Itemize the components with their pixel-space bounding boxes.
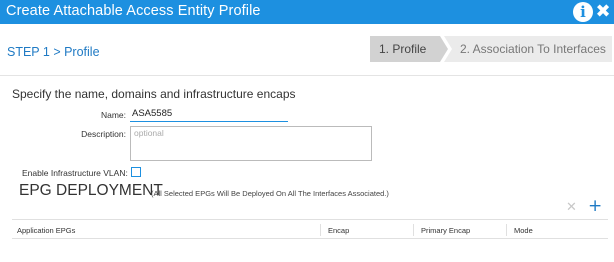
step-header: STEP 1 > Profile 2. Association To Inter… [0, 24, 614, 76]
step-label: STEP 1 > Profile [7, 45, 100, 59]
dialog-title: Create Attachable Access Entity Profile [6, 3, 261, 19]
column-divider [506, 224, 507, 236]
infra-vlan-label: Enable Infrastructure VLAN: [22, 168, 128, 178]
infra-vlan-checkbox[interactable] [131, 167, 141, 177]
wizard-step-profile[interactable]: 1. Profile [370, 36, 448, 62]
column-application-epgs[interactable]: Application EPGs [17, 226, 75, 235]
delete-icon[interactable]: ✕ [566, 200, 577, 215]
epg-heading: EPG DEPLOYMENT [19, 182, 163, 199]
plus-icon[interactable]: + [588, 198, 602, 215]
form-intro: Specify the name, domains and infrastruc… [12, 87, 296, 101]
column-primary-encap[interactable]: Primary Encap [421, 226, 470, 235]
close-icon[interactable]: ✖ [594, 2, 612, 22]
column-divider [413, 224, 414, 236]
dialog-titlebar: Create Attachable Access Entity Profile … [0, 0, 614, 24]
name-label: Name: [100, 110, 126, 120]
description-label: Description: [81, 129, 126, 139]
epg-table-header: Application EPGs Encap Primary Encap Mod… [12, 219, 608, 239]
column-encap[interactable]: Encap [328, 226, 349, 235]
info-icon[interactable]: i [573, 2, 593, 22]
name-input[interactable] [130, 106, 288, 122]
epg-note: (All Selected EPGs Will Be Deployed On A… [151, 189, 389, 198]
column-divider [320, 224, 321, 236]
description-input[interactable] [130, 126, 372, 161]
column-mode[interactable]: Mode [514, 226, 533, 235]
wizard-step-association[interactable]: 2. Association To Interfaces [444, 36, 612, 62]
